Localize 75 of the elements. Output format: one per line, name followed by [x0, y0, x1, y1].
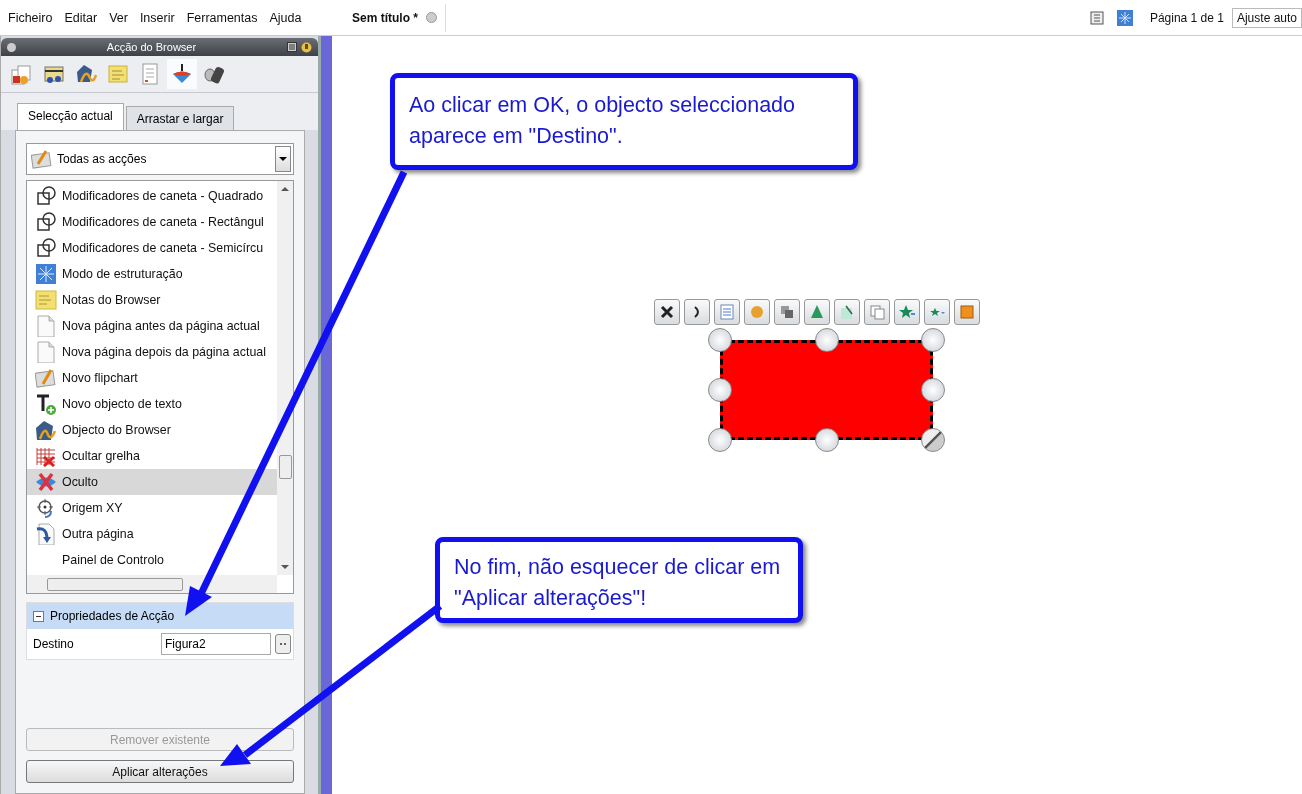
layers-icon[interactable] — [774, 299, 800, 325]
panel-title: Acção do Browser — [105, 41, 198, 53]
note-icon — [35, 289, 57, 311]
document-title: Sem título * — [352, 10, 418, 25]
filter-value: Todas as acções — [57, 152, 148, 166]
page-arrow-icon — [35, 523, 57, 545]
action-list-item[interactable]: Notas do Browser — [27, 287, 277, 313]
action-list-item[interactable]: Modificadores de caneta - Semicírcu — [27, 235, 277, 261]
callout-text: Ao clicar em OK, o objecto seleccionado aparece em "Destino". — [390, 73, 858, 170]
page-counter: Página 1 de 1 — [1149, 10, 1224, 25]
action-list-item[interactable]: Outra página — [27, 521, 277, 547]
menu-item[interactable]: Ficheiro — [8, 10, 59, 25]
resize-handle[interactable] — [814, 328, 839, 352]
action-list-item[interactable]: Novo objecto de texto — [27, 391, 277, 417]
action-list-item[interactable]: Origem XY — [27, 495, 277, 521]
resize-handle[interactable] — [921, 378, 945, 402]
actions-tab[interactable] — [167, 59, 197, 89]
page-icon — [35, 341, 57, 363]
browser-object-icon — [35, 419, 57, 441]
pin-icon[interactable] — [301, 41, 312, 53]
document-tab[interactable]: Sem título * — [344, 3, 446, 32]
rotate-handle[interactable] — [921, 428, 945, 452]
resize-handle[interactable] — [708, 428, 732, 452]
resize-handle[interactable] — [921, 328, 945, 352]
action-list-item[interactable]: Novo flipchart — [27, 365, 277, 391]
splitter[interactable] — [318, 36, 332, 794]
text-icon — [35, 393, 57, 415]
menu-item[interactable]: Ajuda — [263, 10, 308, 25]
flipchart-icon — [35, 367, 57, 389]
action-list-item[interactable]: Objecto do Browser — [27, 417, 277, 443]
tab[interactable]: Arrastar e largar — [125, 106, 235, 130]
pen-shape-icon — [35, 237, 57, 259]
tab[interactable]: Selecção actual — [17, 103, 124, 130]
flipchart-icon — [31, 149, 53, 169]
action-list-item[interactable]: Ocultar grelha — [27, 443, 277, 469]
duplicate-icon[interactable] — [864, 299, 890, 325]
ellipsis-icon — [279, 642, 287, 646]
move-icon[interactable] — [654, 299, 680, 325]
action-list-item[interactable]: Nova página depois da página actual — [27, 339, 277, 365]
filter-dropdown[interactable]: Todas as acções — [26, 143, 294, 175]
property-label: Destino — [33, 637, 75, 651]
pen-shape-icon — [35, 185, 57, 207]
action-button[interactable]: Aplicar alterações — [26, 760, 294, 783]
menu-item[interactable]: Inserir — [133, 10, 181, 25]
rectangle-shape[interactable] — [720, 340, 933, 440]
browse-button[interactable] — [275, 634, 291, 654]
page-icon — [35, 315, 57, 337]
fill-icon[interactable] — [744, 299, 770, 325]
documents-icon — [10, 62, 34, 86]
callout-text: No fim, não esquecer de clicar em "Aplicar alterações"! — [435, 537, 803, 623]
square-icon[interactable] — [954, 299, 980, 325]
resize-handle[interactable] — [708, 378, 732, 402]
action-list-item[interactable]: Modificadores de caneta - Rectângul — [27, 209, 277, 235]
collapse-icon[interactable] — [33, 610, 44, 622]
menu-item[interactable]: Editar — [58, 10, 104, 25]
close-icon[interactable] — [7, 42, 16, 52]
horizontal-scrollbar[interactable] — [27, 575, 277, 593]
vertical-scrollbar[interactable] — [277, 181, 293, 575]
action-list-item[interactable]: Modo de estruturação — [27, 261, 277, 287]
resize-handle[interactable] — [708, 328, 732, 352]
note-icon — [106, 62, 130, 86]
hidden-icon — [35, 471, 57, 493]
page-icon[interactable] — [287, 42, 297, 52]
property-field[interactable]: Figura2 — [161, 633, 271, 655]
action-list-item[interactable]: Painel de Controlo — [27, 547, 277, 573]
action-list-item[interactable]: Modificadores de caneta - Quadrado — [27, 183, 277, 209]
action-list-item[interactable]: Oculto — [27, 469, 277, 495]
menu-item[interactable]: Ferramentas — [180, 10, 264, 25]
close-icon[interactable] — [426, 12, 437, 23]
action-list-item[interactable]: Nova página antes da página actual — [27, 313, 277, 339]
section-header[interactable]: Propriedades de Acção — [27, 603, 293, 629]
zoom-dropdown[interactable]: Ajuste auto — [1231, 7, 1302, 28]
pen-shape-icon — [35, 211, 57, 233]
menu-item[interactable]: Ver — [103, 10, 134, 25]
caret-icon[interactable] — [275, 146, 291, 172]
